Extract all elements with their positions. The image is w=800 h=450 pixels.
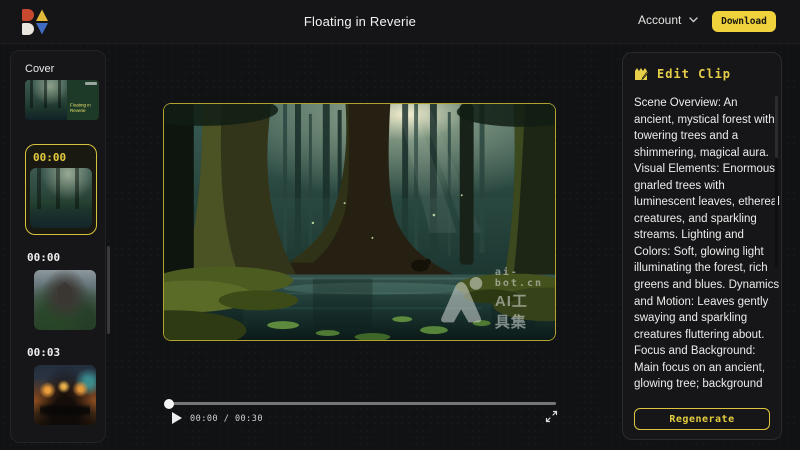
- clip-timestamp: 00:00: [33, 151, 93, 164]
- edit-clip-panel: Edit Clip Scene Overview: An ancient, my…: [622, 52, 782, 440]
- logo-white-shape: [22, 23, 34, 35]
- clip-timestamp: 00:00: [27, 251, 105, 264]
- chevron-down-icon: [689, 17, 698, 23]
- clip-timestamp: 00:03: [27, 346, 105, 359]
- forest-scene-image: [164, 104, 555, 340]
- account-label: Account: [638, 13, 681, 27]
- description-scrollbar[interactable]: [775, 96, 778, 268]
- fullscreen-icon: [545, 410, 558, 423]
- clip-thumbnail-forest[interactable]: [30, 168, 92, 228]
- app-logo-icon[interactable]: [22, 9, 48, 35]
- cover-thumbnail-panel: Floating in Reverie: [67, 80, 99, 120]
- clip-description-text[interactable]: Scene Overview: An ancient, mystical for…: [634, 95, 780, 391]
- top-bar: Floating in Reverie Account Download: [0, 0, 800, 44]
- cover-mini-logo: [85, 82, 97, 85]
- download-button[interactable]: Download: [712, 11, 776, 32]
- fullscreen-button[interactable]: [544, 410, 558, 424]
- edit-clip-icon: [634, 67, 650, 81]
- clips-sidebar: Cover Floating in Reverie 00:00 00:00 00…: [10, 50, 106, 443]
- play-icon: [172, 412, 182, 424]
- video-preview[interactable]: ai-bot.cn AI工具集: [163, 103, 556, 341]
- cover-section-label: Cover: [25, 63, 105, 75]
- sidebar-scrollbar[interactable]: [107, 246, 110, 334]
- logo-blue-triangle: [36, 23, 48, 35]
- edit-clip-header: Edit Clip: [634, 67, 777, 81]
- clip-item-selected[interactable]: 00:00: [25, 144, 97, 235]
- logo-yellow-triangle: [36, 9, 48, 21]
- clip-item[interactable]: 00:00: [25, 251, 105, 330]
- clip-thumbnail-night-market[interactable]: [34, 365, 96, 425]
- clip-thumbnail-castle[interactable]: [34, 270, 96, 330]
- logo-red-shape: [22, 9, 34, 21]
- cover-thumbnail[interactable]: Floating in Reverie: [25, 80, 99, 120]
- seek-bar[interactable]: [165, 402, 556, 405]
- cover-thumbnail-title: Floating in Reverie: [70, 104, 99, 115]
- edit-clip-title: Edit Clip: [657, 67, 731, 81]
- cover-thumbnail-image: [25, 80, 67, 120]
- project-title: Floating in Reverie: [250, 14, 470, 29]
- regenerate-button[interactable]: Regenerate: [634, 408, 770, 430]
- seek-handle[interactable]: [164, 399, 174, 409]
- account-menu[interactable]: Account: [638, 13, 698, 27]
- play-button[interactable]: [171, 412, 183, 425]
- time-display: 00:00 / 00:30: [190, 414, 263, 424]
- clip-item[interactable]: 00:03: [25, 346, 105, 425]
